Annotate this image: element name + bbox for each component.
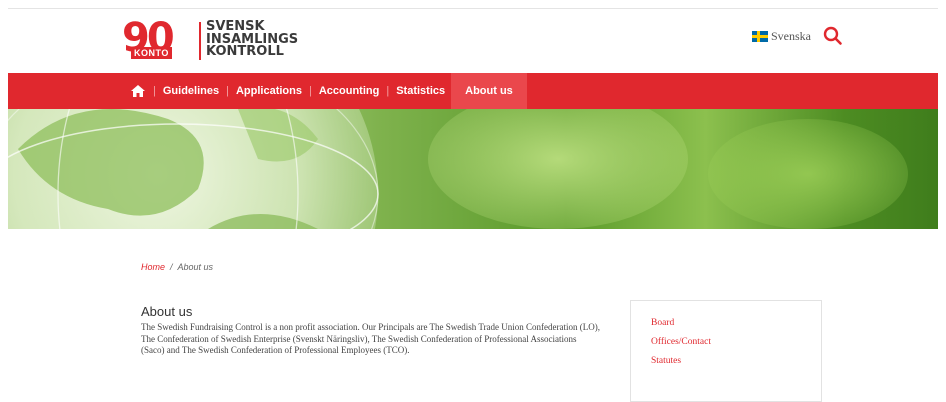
breadcrumb-home-link[interactable]: Home (141, 262, 165, 272)
swedish-flag-icon (752, 31, 768, 42)
language-switch[interactable]: Svenska (752, 29, 811, 44)
nav-item-accounting[interactable]: Accounting (319, 85, 380, 97)
page-title: About us (141, 304, 193, 319)
breadcrumb-separator: / (170, 262, 173, 272)
logo-divider (199, 22, 201, 60)
logo-konto: KONTO (131, 47, 172, 59)
breadcrumb-current: About us (177, 262, 214, 272)
search-button[interactable] (823, 26, 843, 46)
nav-separator: | (308, 85, 312, 97)
logo-text: SVENSK INSAMLINGS KONTROLL (206, 20, 298, 59)
sidebar-link-board[interactable]: Board (651, 317, 711, 336)
site-logo[interactable]: 90 KONTO SVENSK INSAMLINGS KONTROLL (122, 16, 322, 60)
header-top-border (8, 8, 938, 9)
nav-home-button[interactable] (130, 84, 146, 98)
nav-item-statistics[interactable]: Statistics (396, 85, 445, 97)
logo-line-3: KONTROLL (206, 44, 284, 59)
main-nav: | Guidelines | Applications | Accounting… (8, 73, 938, 109)
hero-light-patch (428, 109, 688, 229)
search-icon (823, 26, 842, 45)
nav-separator: | (153, 85, 156, 97)
nav-item-applications[interactable]: Applications (236, 85, 302, 97)
breadcrumb: Home / About us (141, 262, 213, 272)
sidebar-link-statutes[interactable]: Statutes (651, 355, 711, 374)
nav-separator: | (226, 85, 229, 97)
language-label: Svenska (771, 29, 811, 43)
sidebar-links: Board Offices/Contact Statutes (651, 317, 711, 374)
nav-separator: | (386, 85, 390, 97)
sidebar-link-offices-contact[interactable]: Offices/Contact (651, 336, 711, 355)
hero-light-patch (708, 119, 908, 229)
main-nav-items: | Guidelines | Applications | Accounting… (130, 73, 527, 109)
globe-graphic (8, 109, 379, 229)
home-icon (131, 85, 145, 97)
nav-item-about-us[interactable]: About us (451, 73, 527, 109)
sidebar-links-box: Board Offices/Contact Statutes (630, 300, 822, 402)
hero-banner-image (8, 109, 938, 229)
about-paragraph: The Swedish Fundraising Control is a non… (141, 322, 601, 356)
nav-item-guidelines[interactable]: Guidelines (163, 85, 219, 97)
